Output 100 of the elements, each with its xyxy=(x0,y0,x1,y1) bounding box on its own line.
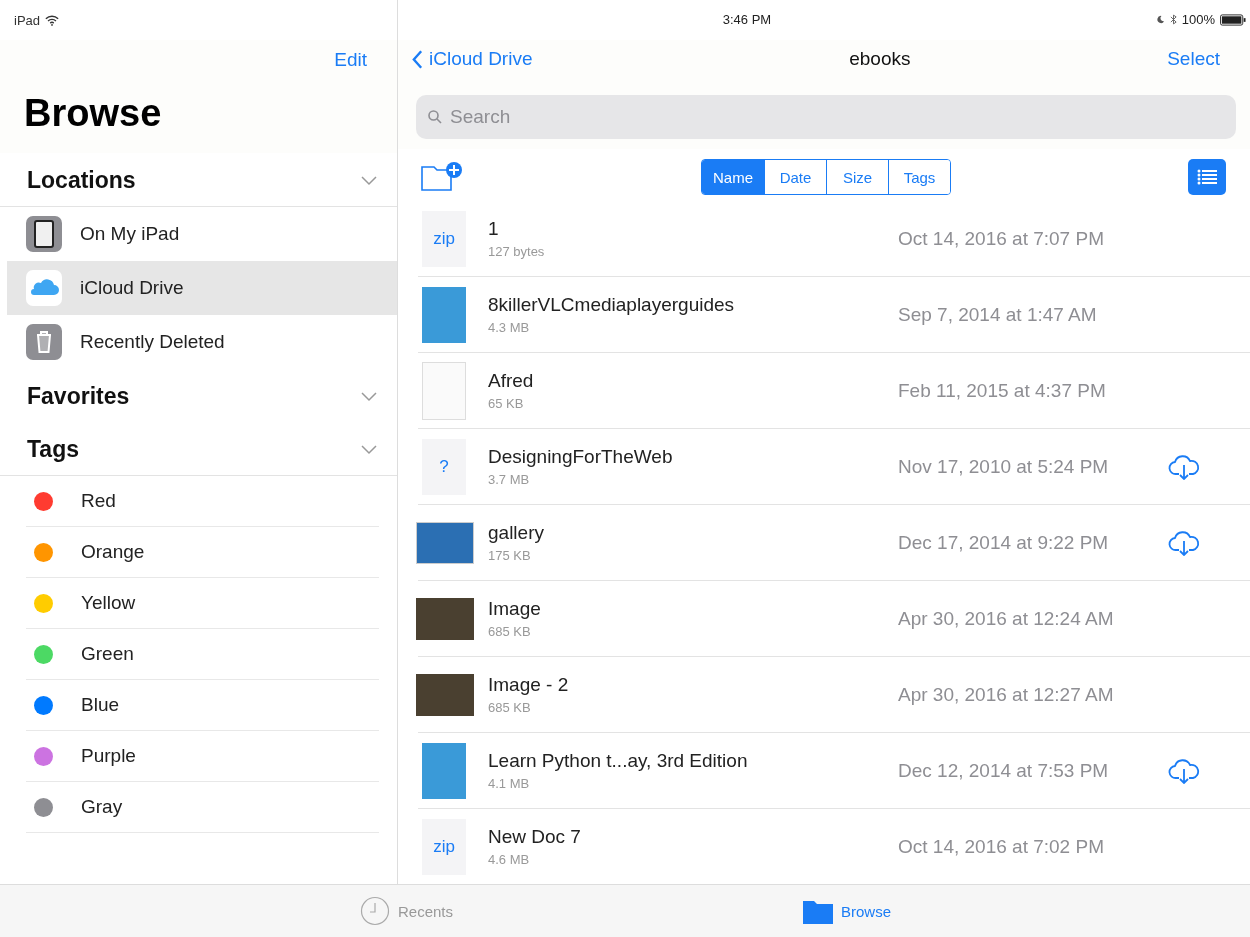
item-label: Orange xyxy=(81,541,145,563)
search-field[interactable]: Search xyxy=(416,95,1236,139)
image-placeholder xyxy=(416,521,474,564)
edit-link[interactable]: Edit xyxy=(334,49,367,71)
file-date: Apr 30, 2016 at 12:27 AM xyxy=(898,683,1115,706)
chevron-icon[interactable] xyxy=(361,175,377,186)
sort-tab[interactable]: Name xyxy=(702,160,764,194)
file-row[interactable]: gallery 175 KB Dec 17, 2014 at 9:22 PM xyxy=(418,505,1250,581)
file-name[interactable]: gallery xyxy=(488,522,898,544)
cloud-download-icon[interactable] xyxy=(1168,529,1200,556)
item-label: Red xyxy=(81,490,116,512)
sidebar-item[interactable]: On My iPad xyxy=(0,207,397,261)
file-size: 685 KB xyxy=(488,624,532,639)
section-title: Tags xyxy=(27,436,79,463)
item-label: Recently Deleted xyxy=(80,331,225,353)
file-icon: zip xyxy=(422,818,466,875)
sidebar-item[interactable]: Red xyxy=(26,476,379,527)
cloud-icon xyxy=(26,270,62,306)
file-row[interactable]: Afred 65 KB Feb 11, 2015 at 4:37 PM xyxy=(418,353,1250,429)
sidebar-title: Browse xyxy=(0,80,397,153)
photo-placeholder xyxy=(416,673,474,716)
file-row[interactable]: zip New Doc 7 4.6 MB Oct 14, 2016 at 7:02 PM xyxy=(418,809,1250,884)
file-size: 4.3 MB xyxy=(488,320,531,335)
file-name[interactable]: 1 xyxy=(488,218,898,240)
device-name: iPad xyxy=(14,12,41,28)
cloud-download-icon[interactable] xyxy=(1168,453,1200,480)
file-size: 65 KB xyxy=(488,396,525,411)
search-icon xyxy=(428,110,442,124)
file-row[interactable]: ? DesigningForTheWeb 3.7 MB Nov 17, 2010 at 5:24 PM xyxy=(418,429,1250,505)
sidebar-item[interactable]: Green xyxy=(26,629,379,680)
moon-icon xyxy=(1155,15,1165,25)
sidebar-item[interactable]: Yellow xyxy=(26,578,379,629)
tablet-icon xyxy=(26,216,62,252)
file-icon: ? xyxy=(422,438,466,495)
item-label: Blue xyxy=(81,694,120,716)
item-label: iCloud Drive xyxy=(80,277,184,299)
sidebar-item[interactable]: Purple xyxy=(26,731,379,782)
file-date: Dec 12, 2014 at 7:53 PM xyxy=(898,759,1110,782)
battery-icon xyxy=(1220,13,1246,26)
file-row[interactable]: zip 1 127 bytes Oct 14, 2016 at 7:07 PM xyxy=(418,201,1250,277)
chevron-icon[interactable] xyxy=(361,444,377,455)
section-title: Favorites xyxy=(27,383,130,410)
cloud-download-icon[interactable] xyxy=(1168,757,1200,784)
file-date: Dec 17, 2014 at 9:22 PM xyxy=(898,531,1110,554)
back-link[interactable]: iCloud Drive xyxy=(412,48,533,71)
file-size: 3.7 MB xyxy=(488,472,531,487)
select-link[interactable]: Select xyxy=(1167,48,1220,71)
list-icon xyxy=(1197,169,1217,185)
file-size: 175 KB xyxy=(488,548,532,563)
battery-percent: 100% xyxy=(1181,12,1215,28)
item-label: Green xyxy=(81,643,134,665)
sort-tab[interactable]: Tags xyxy=(888,160,950,194)
sidebar-item[interactable]: Recently Deleted xyxy=(0,315,397,369)
wifi-icon xyxy=(45,14,60,26)
sidebar-item[interactable]: Blue xyxy=(26,680,379,731)
file-date: Apr 30, 2016 at 12:24 AM xyxy=(898,607,1115,630)
file-name[interactable]: Image - 2 xyxy=(488,674,898,696)
file-name[interactable]: Image xyxy=(488,598,898,620)
file-row[interactable]: 8killerVLCmediaplayerguides 4.3 MB Sep 7, 2014 at 1:47 AM xyxy=(418,277,1250,353)
section-title: Locations xyxy=(27,167,136,194)
sidebar-item[interactable]: Orange xyxy=(26,527,379,578)
file-name[interactable]: 8killerVLCmediaplayerguides xyxy=(488,294,898,316)
clock-time: 3:46 PM xyxy=(722,12,773,28)
cover-placeholder xyxy=(422,742,466,799)
bluetooth-icon xyxy=(1169,14,1177,26)
document-thumbnail xyxy=(422,361,466,420)
file-size: 685 KB xyxy=(488,700,532,715)
cover-placeholder xyxy=(422,286,466,343)
file-name[interactable]: New Doc 7 xyxy=(488,826,898,848)
item-label: Purple xyxy=(81,745,136,767)
new-folder-icon[interactable] xyxy=(420,161,464,193)
item-label: Gray xyxy=(81,796,123,818)
folder-icon xyxy=(803,898,834,924)
file-date: Nov 17, 2010 at 5:24 PM xyxy=(898,455,1110,478)
file-date: Sep 7, 2014 at 1:47 AM xyxy=(898,303,1098,326)
clock-icon xyxy=(360,896,390,926)
file-icon: zip xyxy=(422,210,466,267)
chevron-left-icon xyxy=(412,49,423,69)
list-view-button[interactable] xyxy=(1188,159,1226,195)
file-name[interactable]: Afred xyxy=(488,370,898,392)
file-name[interactable]: Learn Python t...ay, 3rd Edition xyxy=(488,750,898,772)
file-size: 4.6 MB xyxy=(488,852,531,867)
file-date: Feb 11, 2015 at 4:37 PM xyxy=(898,379,1107,402)
file-date: Oct 14, 2016 at 7:02 PM xyxy=(898,835,1105,858)
item-label: On My iPad xyxy=(80,223,180,245)
sidebar-item[interactable]: Gray xyxy=(26,782,379,833)
file-date: Oct 14, 2016 at 7:07 PM xyxy=(898,227,1105,250)
item-label: Yellow xyxy=(81,592,136,614)
file-row[interactable]: Image - 2 685 KB Apr 30, 2016 at 12:27 AM xyxy=(418,657,1250,733)
file-row[interactable]: Learn Python t...ay, 3rd Edition 4.1 MB Dec 12, 2014 at 7:53 PM xyxy=(418,733,1250,809)
photo-placeholder xyxy=(416,597,474,640)
file-row[interactable]: Image 685 KB Apr 30, 2016 at 12:24 AM xyxy=(418,581,1250,657)
file-size: 4.1 MB xyxy=(488,776,531,791)
chevron-icon[interactable] xyxy=(361,391,377,402)
folder-title: ebooks xyxy=(848,48,911,71)
file-size: 127 bytes xyxy=(488,244,546,259)
trash-icon xyxy=(26,324,62,360)
file-name[interactable]: DesigningForTheWeb xyxy=(488,446,898,468)
sidebar-item[interactable]: iCloud Drive xyxy=(7,261,397,315)
tab-bar-item[interactable]: Browse xyxy=(803,898,892,924)
